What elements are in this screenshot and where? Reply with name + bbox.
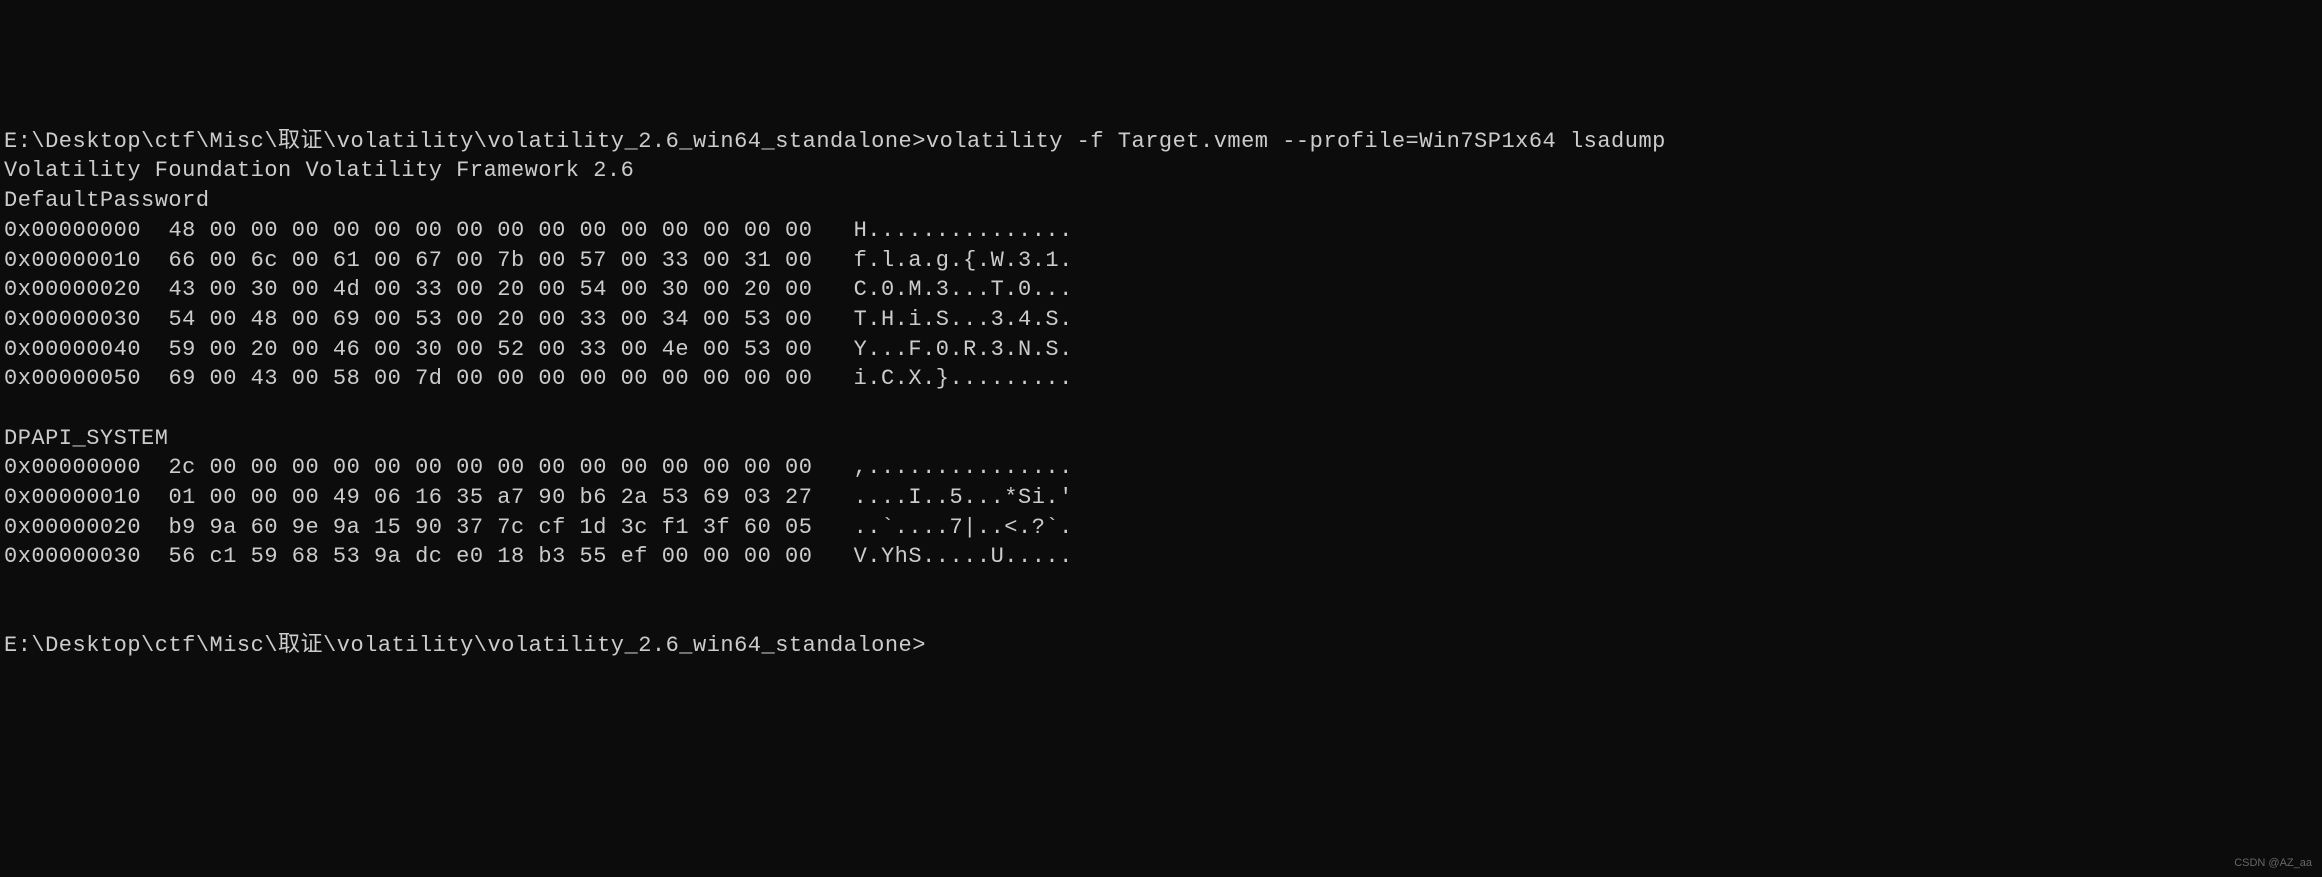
hex-ascii: i.C.X.}.........: [854, 366, 1073, 391]
hex-offset: 0x00000000: [4, 455, 141, 480]
hex-offset: 0x00000010: [4, 485, 141, 510]
hex-ascii: ,...............: [854, 455, 1073, 480]
hex-bytes: 01 00 00 00 49 06 16 35 a7 90 b6 2a 53 6…: [168, 485, 812, 510]
hex-offset: 0x00000020: [4, 515, 141, 540]
hex-ascii: H...............: [854, 218, 1073, 243]
hex-bytes: 48 00 00 00 00 00 00 00 00 00 00 00 00 0…: [168, 218, 812, 243]
hex-ascii: f.l.a.g.{.W.3.1.: [854, 248, 1073, 273]
hex-bytes: 2c 00 00 00 00 00 00 00 00 00 00 00 00 0…: [168, 455, 812, 480]
hex-bytes: 69 00 43 00 58 00 7d 00 00 00 00 00 00 0…: [168, 366, 812, 391]
hex-row: 0x00000030 54 00 48 00 69 00 53 00 20 00…: [4, 307, 1073, 332]
hex-row: 0x00000050 69 00 43 00 58 00 7d 00 00 00…: [4, 366, 1073, 391]
hex-bytes: 59 00 20 00 46 00 30 00 52 00 33 00 4e 0…: [168, 337, 812, 362]
hex-offset: 0x00000050: [4, 366, 141, 391]
prompt-idle[interactable]: E:\Desktop\ctf\Misc\取证\volatility\volati…: [4, 633, 926, 658]
hex-row: 0x00000000 48 00 00 00 00 00 00 00 00 00…: [4, 218, 1073, 243]
terminal-window[interactable]: E:\Desktop\ctf\Misc\取证\volatility\volati…: [4, 127, 2318, 661]
hex-bytes: b9 9a 60 9e 9a 15 90 37 7c cf 1d 3c f1 3…: [168, 515, 812, 540]
executed-command: volatility -f Target.vmem --profile=Win7…: [926, 129, 1666, 154]
hex-offset: 0x00000040: [4, 337, 141, 362]
hex-ascii: ..`....7|..<.?`.: [854, 515, 1073, 540]
hex-ascii: Y...F.0.R.3.N.S.: [854, 337, 1073, 362]
hex-row: 0x00000030 56 c1 59 68 53 9a dc e0 18 b3…: [4, 544, 1073, 569]
command-line: E:\Desktop\ctf\Misc\取证\volatility\volati…: [4, 129, 1666, 154]
hex-row: 0x00000010 66 00 6c 00 61 00 67 00 7b 00…: [4, 248, 1073, 273]
hex-bytes: 54 00 48 00 69 00 53 00 20 00 33 00 34 0…: [168, 307, 812, 332]
section-title-1: DPAPI_SYSTEM: [4, 426, 168, 451]
hex-offset: 0x00000030: [4, 307, 141, 332]
prompt-path: E:\Desktop\ctf\Misc\取证\volatility\volati…: [4, 129, 926, 154]
hex-offset: 0x00000010: [4, 248, 141, 273]
hex-ascii: ....I..5...*Si.': [854, 485, 1073, 510]
hex-row: 0x00000020 b9 9a 60 9e 9a 15 90 37 7c cf…: [4, 515, 1073, 540]
hex-ascii: V.YhS.....U.....: [854, 544, 1073, 569]
hex-ascii: C.0.M.3...T.0...: [854, 277, 1073, 302]
hex-row: 0x00000040 59 00 20 00 46 00 30 00 52 00…: [4, 337, 1073, 362]
section-title-0: DefaultPassword: [4, 188, 210, 213]
watermark: CSDN @AZ_aa: [2234, 856, 2312, 871]
hex-bytes: 56 c1 59 68 53 9a dc e0 18 b3 55 ef 00 0…: [168, 544, 812, 569]
hex-bytes: 43 00 30 00 4d 00 33 00 20 00 54 00 30 0…: [168, 277, 812, 302]
hex-ascii: T.H.i.S...3.4.S.: [854, 307, 1073, 332]
hex-row: 0x00000020 43 00 30 00 4d 00 33 00 20 00…: [4, 277, 1073, 302]
hex-offset: 0x00000000: [4, 218, 141, 243]
framework-header: Volatility Foundation Volatility Framewo…: [4, 158, 634, 183]
hex-offset: 0x00000030: [4, 544, 141, 569]
hex-row: 0x00000000 2c 00 00 00 00 00 00 00 00 00…: [4, 455, 1073, 480]
hex-offset: 0x00000020: [4, 277, 141, 302]
hex-bytes: 66 00 6c 00 61 00 67 00 7b 00 57 00 33 0…: [168, 248, 812, 273]
hex-row: 0x00000010 01 00 00 00 49 06 16 35 a7 90…: [4, 485, 1073, 510]
